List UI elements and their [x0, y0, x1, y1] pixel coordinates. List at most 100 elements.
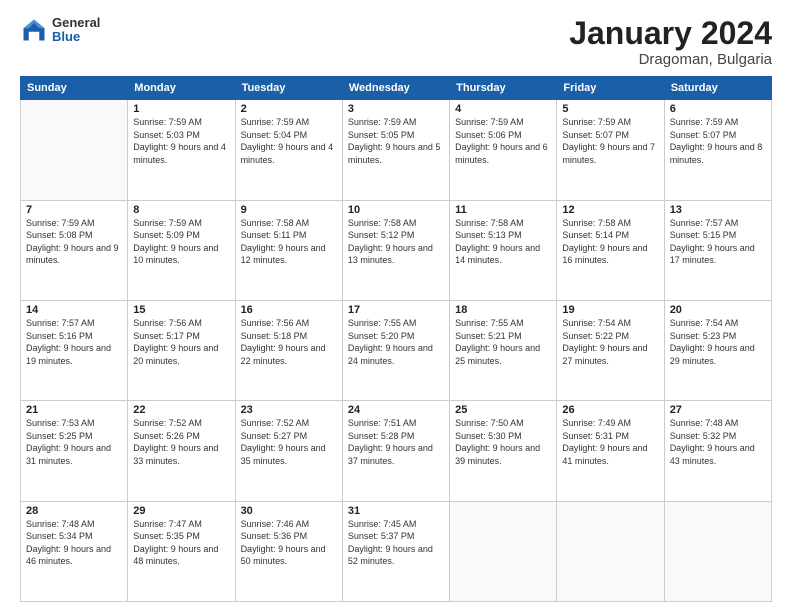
day-info: Sunrise: 7:59 AMSunset: 5:07 PMDaylight:… — [670, 116, 766, 166]
header-friday: Friday — [557, 77, 664, 100]
logo: General Blue — [20, 16, 100, 45]
day-number: 26 — [562, 404, 658, 416]
day-info: Sunrise: 7:46 AMSunset: 5:36 PMDaylight:… — [241, 518, 337, 568]
calendar-cell-w5-d4 — [450, 501, 557, 601]
day-number: 28 — [26, 505, 122, 517]
subtitle: Dragoman, Bulgaria — [569, 51, 772, 68]
day-info: Sunrise: 7:58 AMSunset: 5:11 PMDaylight:… — [241, 217, 337, 267]
day-number: 12 — [562, 204, 658, 216]
day-info: Sunrise: 7:56 AMSunset: 5:17 PMDaylight:… — [133, 317, 229, 367]
day-number: 16 — [241, 304, 337, 316]
day-info: Sunrise: 7:58 AMSunset: 5:13 PMDaylight:… — [455, 217, 551, 267]
header-thursday: Thursday — [450, 77, 557, 100]
calendar-cell-w2-d0: 7Sunrise: 7:59 AMSunset: 5:08 PMDaylight… — [21, 200, 128, 300]
header: General Blue January 2024 Dragoman, Bulg… — [20, 16, 772, 68]
calendar-cell-w5-d2: 30Sunrise: 7:46 AMSunset: 5:36 PMDayligh… — [235, 501, 342, 601]
calendar-cell-w3-d0: 14Sunrise: 7:57 AMSunset: 5:16 PMDayligh… — [21, 300, 128, 400]
day-number: 30 — [241, 505, 337, 517]
day-number: 5 — [562, 103, 658, 115]
calendar-cell-w1-d6: 6Sunrise: 7:59 AMSunset: 5:07 PMDaylight… — [664, 100, 771, 200]
day-number: 7 — [26, 204, 122, 216]
calendar-cell-w4-d5: 26Sunrise: 7:49 AMSunset: 5:31 PMDayligh… — [557, 401, 664, 501]
day-info: Sunrise: 7:47 AMSunset: 5:35 PMDaylight:… — [133, 518, 229, 568]
week-row-3: 14Sunrise: 7:57 AMSunset: 5:16 PMDayligh… — [21, 300, 772, 400]
day-number: 24 — [348, 404, 444, 416]
calendar-cell-w5-d6 — [664, 501, 771, 601]
main-title: January 2024 — [569, 16, 772, 51]
day-info: Sunrise: 7:57 AMSunset: 5:15 PMDaylight:… — [670, 217, 766, 267]
calendar-cell-w2-d3: 10Sunrise: 7:58 AMSunset: 5:12 PMDayligh… — [342, 200, 449, 300]
logo-general: General — [52, 16, 100, 30]
day-info: Sunrise: 7:55 AMSunset: 5:21 PMDaylight:… — [455, 317, 551, 367]
logo-blue: Blue — [52, 30, 100, 44]
day-number: 10 — [348, 204, 444, 216]
day-info: Sunrise: 7:54 AMSunset: 5:22 PMDaylight:… — [562, 317, 658, 367]
day-number: 8 — [133, 204, 229, 216]
calendar-cell-w4-d4: 25Sunrise: 7:50 AMSunset: 5:30 PMDayligh… — [450, 401, 557, 501]
header-wednesday: Wednesday — [342, 77, 449, 100]
day-info: Sunrise: 7:48 AMSunset: 5:32 PMDaylight:… — [670, 417, 766, 467]
day-info: Sunrise: 7:58 AMSunset: 5:12 PMDaylight:… — [348, 217, 444, 267]
day-number: 20 — [670, 304, 766, 316]
calendar-cell-w3-d4: 18Sunrise: 7:55 AMSunset: 5:21 PMDayligh… — [450, 300, 557, 400]
calendar-cell-w2-d5: 12Sunrise: 7:58 AMSunset: 5:14 PMDayligh… — [557, 200, 664, 300]
weekday-header-row: Sunday Monday Tuesday Wednesday Thursday… — [21, 77, 772, 100]
day-info: Sunrise: 7:59 AMSunset: 5:09 PMDaylight:… — [133, 217, 229, 267]
calendar-cell-w2-d1: 8Sunrise: 7:59 AMSunset: 5:09 PMDaylight… — [128, 200, 235, 300]
day-info: Sunrise: 7:59 AMSunset: 5:03 PMDaylight:… — [133, 116, 229, 166]
header-tuesday: Tuesday — [235, 77, 342, 100]
calendar-cell-w5-d3: 31Sunrise: 7:45 AMSunset: 5:37 PMDayligh… — [342, 501, 449, 601]
calendar-cell-w5-d0: 28Sunrise: 7:48 AMSunset: 5:34 PMDayligh… — [21, 501, 128, 601]
day-info: Sunrise: 7:59 AMSunset: 5:05 PMDaylight:… — [348, 116, 444, 166]
calendar-cell-w3-d5: 19Sunrise: 7:54 AMSunset: 5:22 PMDayligh… — [557, 300, 664, 400]
logo-text: General Blue — [52, 16, 100, 45]
day-number: 4 — [455, 103, 551, 115]
calendar-cell-w3-d1: 15Sunrise: 7:56 AMSunset: 5:17 PMDayligh… — [128, 300, 235, 400]
day-info: Sunrise: 7:57 AMSunset: 5:16 PMDaylight:… — [26, 317, 122, 367]
day-number: 17 — [348, 304, 444, 316]
day-number: 18 — [455, 304, 551, 316]
day-number: 19 — [562, 304, 658, 316]
calendar-cell-w4-d2: 23Sunrise: 7:52 AMSunset: 5:27 PMDayligh… — [235, 401, 342, 501]
day-info: Sunrise: 7:59 AMSunset: 5:04 PMDaylight:… — [241, 116, 337, 166]
calendar-cell-w1-d1: 1Sunrise: 7:59 AMSunset: 5:03 PMDaylight… — [128, 100, 235, 200]
day-info: Sunrise: 7:52 AMSunset: 5:26 PMDaylight:… — [133, 417, 229, 467]
calendar-cell-w5-d5 — [557, 501, 664, 601]
calendar-cell-w4-d3: 24Sunrise: 7:51 AMSunset: 5:28 PMDayligh… — [342, 401, 449, 501]
day-info: Sunrise: 7:51 AMSunset: 5:28 PMDaylight:… — [348, 417, 444, 467]
day-info: Sunrise: 7:50 AMSunset: 5:30 PMDaylight:… — [455, 417, 551, 467]
calendar-cell-w5-d1: 29Sunrise: 7:47 AMSunset: 5:35 PMDayligh… — [128, 501, 235, 601]
calendar-cell-w1-d5: 5Sunrise: 7:59 AMSunset: 5:07 PMDaylight… — [557, 100, 664, 200]
day-info: Sunrise: 7:59 AMSunset: 5:08 PMDaylight:… — [26, 217, 122, 267]
header-sunday: Sunday — [21, 77, 128, 100]
day-info: Sunrise: 7:58 AMSunset: 5:14 PMDaylight:… — [562, 217, 658, 267]
day-number: 31 — [348, 505, 444, 517]
day-number: 1 — [133, 103, 229, 115]
header-monday: Monday — [128, 77, 235, 100]
calendar-cell-w3-d2: 16Sunrise: 7:56 AMSunset: 5:18 PMDayligh… — [235, 300, 342, 400]
day-number: 9 — [241, 204, 337, 216]
day-number: 6 — [670, 103, 766, 115]
calendar-cell-w2-d6: 13Sunrise: 7:57 AMSunset: 5:15 PMDayligh… — [664, 200, 771, 300]
day-info: Sunrise: 7:48 AMSunset: 5:34 PMDaylight:… — [26, 518, 122, 568]
day-info: Sunrise: 7:45 AMSunset: 5:37 PMDaylight:… — [348, 518, 444, 568]
day-number: 13 — [670, 204, 766, 216]
calendar-cell-w4-d0: 21Sunrise: 7:53 AMSunset: 5:25 PMDayligh… — [21, 401, 128, 501]
calendar-cell-w3-d3: 17Sunrise: 7:55 AMSunset: 5:20 PMDayligh… — [342, 300, 449, 400]
day-info: Sunrise: 7:56 AMSunset: 5:18 PMDaylight:… — [241, 317, 337, 367]
week-row-5: 28Sunrise: 7:48 AMSunset: 5:34 PMDayligh… — [21, 501, 772, 601]
calendar-header: Sunday Monday Tuesday Wednesday Thursday… — [21, 77, 772, 100]
day-info: Sunrise: 7:55 AMSunset: 5:20 PMDaylight:… — [348, 317, 444, 367]
day-number: 29 — [133, 505, 229, 517]
calendar-cell-w3-d6: 20Sunrise: 7:54 AMSunset: 5:23 PMDayligh… — [664, 300, 771, 400]
day-number: 14 — [26, 304, 122, 316]
calendar-cell-w4-d1: 22Sunrise: 7:52 AMSunset: 5:26 PMDayligh… — [128, 401, 235, 501]
calendar-cell-w1-d3: 3Sunrise: 7:59 AMSunset: 5:05 PMDaylight… — [342, 100, 449, 200]
day-number: 2 — [241, 103, 337, 115]
day-number: 3 — [348, 103, 444, 115]
day-number: 11 — [455, 204, 551, 216]
day-number: 27 — [670, 404, 766, 416]
title-area: January 2024 Dragoman, Bulgaria — [569, 16, 772, 68]
calendar-cell-w2-d4: 11Sunrise: 7:58 AMSunset: 5:13 PMDayligh… — [450, 200, 557, 300]
day-number: 15 — [133, 304, 229, 316]
